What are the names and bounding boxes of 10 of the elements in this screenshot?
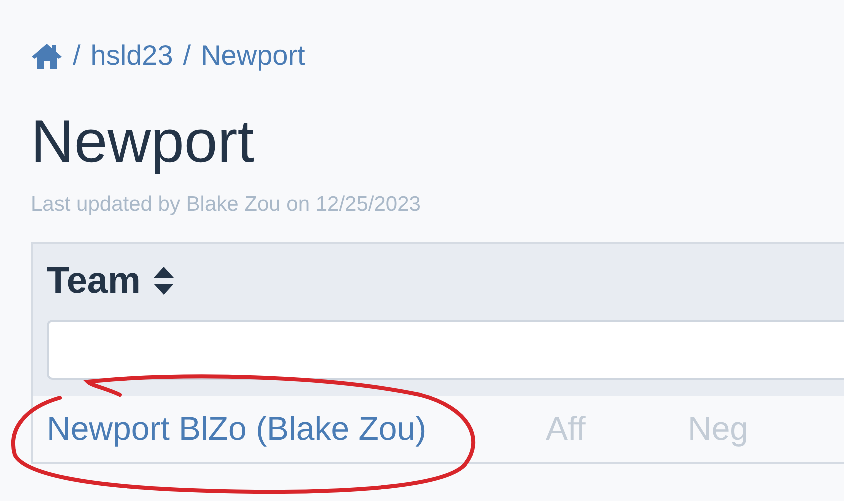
home-icon[interactable]: [31, 42, 63, 70]
page-title: Newport: [31, 107, 256, 177]
breadcrumb-separator: /: [73, 40, 81, 72]
breadcrumb-link[interactable]: Newport: [201, 40, 306, 72]
last-updated-text: Last updated by Blake Zou on 12/25/2023: [31, 192, 422, 218]
column-header[interactable]: Team: [47, 260, 175, 302]
sort-icon[interactable]: [152, 266, 175, 296]
filter-field[interactable]: [47, 320, 844, 380]
breadcrumb-link[interactable]: hsld23: [90, 40, 174, 72]
breadcrumb-separator: /: [183, 40, 192, 72]
